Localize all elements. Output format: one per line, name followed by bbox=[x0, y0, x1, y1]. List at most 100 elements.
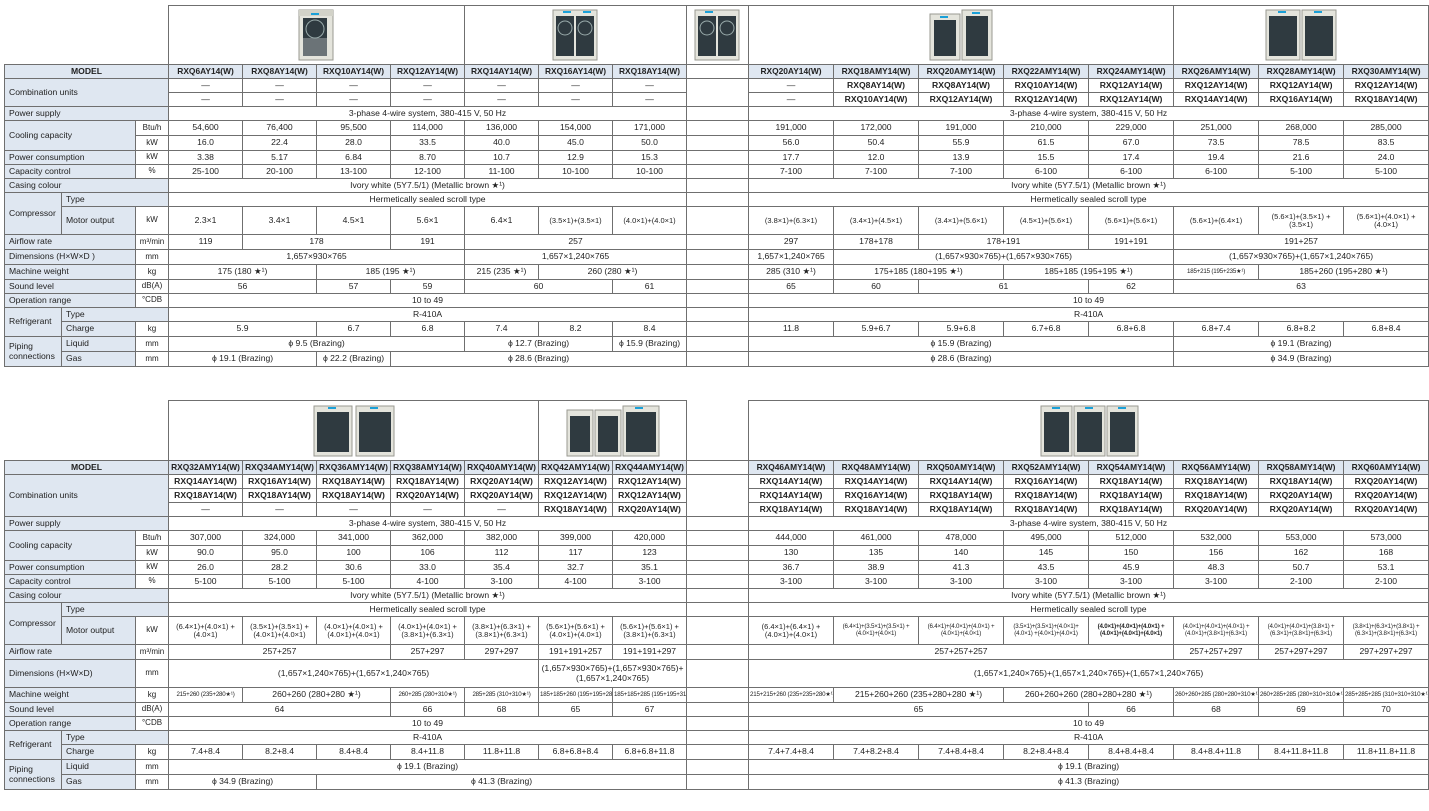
combination-cell: — bbox=[612, 92, 688, 107]
liquid-cell: ϕ 19.1 (Brazing) bbox=[168, 759, 688, 775]
outdoor-unit-triple-image bbox=[566, 405, 660, 456]
row-label-cooling: Cooling capacity bbox=[4, 120, 136, 151]
airflow-cell: 191+257 bbox=[1173, 234, 1429, 250]
cooling-kw-cell: 150 bbox=[1088, 545, 1175, 561]
combination-cell: — bbox=[538, 78, 614, 93]
cooling-btu-cell: 399,000 bbox=[538, 530, 614, 546]
charge-cell: 7.4+8.2+8.4 bbox=[833, 744, 920, 760]
combination-cell: — bbox=[464, 92, 540, 107]
model-label: MODEL bbox=[3, 460, 170, 475]
sound-cell: 59 bbox=[390, 279, 466, 294]
product-image-cell bbox=[1173, 5, 1429, 65]
capacity-cell: 2-100 bbox=[1258, 574, 1345, 589]
combination-cell: RXQ18AY14(W) bbox=[1258, 474, 1345, 489]
cooling-kw-cell: 83.5 bbox=[1343, 135, 1429, 151]
row-label-type: Type bbox=[60, 307, 170, 322]
combination-cell: — bbox=[390, 92, 466, 107]
gap-cell bbox=[686, 307, 750, 322]
capacity-cell: 6-100 bbox=[1173, 164, 1260, 179]
power-cell: 32.7 bbox=[538, 560, 614, 575]
weight-cell: 260+260+285 (280+280+310★¹) bbox=[1173, 687, 1260, 703]
cooling-kw-cell: 90.0 bbox=[168, 545, 244, 561]
unit-cell: kW bbox=[134, 150, 170, 165]
combination-cell: RXQ20AY14(W) bbox=[1343, 474, 1429, 489]
outdoor-unit-triple-large-image bbox=[1040, 405, 1139, 456]
charge-cell: 6.7+6.8 bbox=[1003, 321, 1090, 337]
power-cell: 12.9 bbox=[538, 150, 614, 165]
airflow-cell: 119 bbox=[168, 234, 244, 250]
combination-cell: RXQ20AY14(W) bbox=[464, 474, 540, 489]
casing-cell: Ivory white (5Y7.5/1) (Metallic brown ★¹… bbox=[748, 588, 1429, 603]
combination-cell: RXQ20AY14(W) bbox=[1173, 502, 1260, 517]
combination-cell: RXQ10AY14(W) bbox=[1003, 78, 1090, 93]
row-label-compressor: Compressor bbox=[4, 602, 62, 645]
casing-cell: Ivory white (5Y7.5/1) (Metallic brown ★¹… bbox=[168, 588, 688, 603]
motor-cell: (4.0×1)+(4.0×1)+(4.0×1) +(4.0×1)+(4.0×1)… bbox=[1088, 616, 1175, 645]
combination-cell: — bbox=[612, 78, 688, 93]
charge-cell: 11.8 bbox=[748, 321, 835, 337]
unit-cell: mm bbox=[134, 774, 170, 790]
weight-cell: 285+285+285 (310+310+310★¹) bbox=[1343, 687, 1429, 703]
row-label-power-supply: Power supply bbox=[3, 106, 170, 121]
unit-cell: kW bbox=[134, 560, 170, 575]
row-label-compressor: Compressor bbox=[4, 192, 62, 235]
power-cell: 50.7 bbox=[1258, 560, 1345, 575]
combination-cell: — bbox=[316, 78, 392, 93]
capacity-cell: 3-100 bbox=[1003, 574, 1090, 589]
cooling-kw-cell: 117 bbox=[538, 545, 614, 561]
model-cell: RXQ28AMY14(W) bbox=[1258, 64, 1345, 79]
gas-cell: ϕ 19.1 (Brazing) bbox=[168, 351, 318, 367]
model-cell: RXQ12AY14(W) bbox=[390, 64, 466, 79]
cooling-btu-cell: 461,000 bbox=[833, 530, 920, 546]
weight-cell: 260 (280 ★¹) bbox=[538, 264, 688, 280]
cooling-btu-cell: 136,000 bbox=[464, 120, 540, 136]
weight-cell: 185+260 (195+280 ★¹) bbox=[1258, 264, 1429, 280]
sound-cell: 66 bbox=[390, 702, 466, 717]
gap-cell bbox=[686, 744, 750, 760]
gap-cell bbox=[686, 192, 750, 207]
combination-cell: RXQ12AY14(W) bbox=[1088, 78, 1175, 93]
cooling-kw-cell: 106 bbox=[390, 545, 466, 561]
combination-cell: RXQ18AY14(W) bbox=[1003, 502, 1090, 517]
combination-cell: RXQ16AY14(W) bbox=[1258, 92, 1345, 107]
cooling-btu-cell: 573,000 bbox=[1343, 530, 1429, 546]
charge-cell: 7.4 bbox=[464, 321, 540, 337]
power-cell: 43.5 bbox=[1003, 560, 1090, 575]
product-image-cell bbox=[464, 5, 688, 65]
motor-cell: 6.4×1 bbox=[464, 206, 540, 235]
gap-cell bbox=[686, 264, 750, 280]
weight-cell: 215+260+260 (235+280+280 ★¹) bbox=[833, 687, 1005, 703]
refrigerant-type-cell: R-410A bbox=[168, 730, 688, 745]
unit-cell: °CDB bbox=[134, 716, 170, 731]
power-supply-cell: 3-phase 4-wire system, 380-415 V, 50 Hz bbox=[168, 106, 688, 121]
power-cell: 48.3 bbox=[1173, 560, 1260, 575]
power-cell: 24.0 bbox=[1343, 150, 1429, 165]
motor-cell: (4.0×1)+(4.0×1)+(3.8×1) +(6.3×1)+(3.8×1)… bbox=[1258, 616, 1345, 645]
sound-cell: 68 bbox=[1173, 702, 1260, 717]
combination-cell: — bbox=[390, 502, 466, 517]
cooling-btu-cell: 114,000 bbox=[390, 120, 466, 136]
weight-cell: 215 (235 ★¹) bbox=[464, 264, 540, 280]
unit-cell: kW bbox=[134, 616, 170, 645]
unit-cell: % bbox=[134, 574, 170, 589]
unit-cell: % bbox=[134, 164, 170, 179]
gap-cell bbox=[686, 560, 750, 575]
gap-cell bbox=[686, 64, 750, 79]
combination-cell: RXQ18AY14(W) bbox=[918, 488, 1005, 503]
dimensions-cell: 1,657×930×765 bbox=[168, 249, 466, 265]
combination-cell: RXQ18AY14(W) bbox=[1088, 502, 1175, 517]
motor-cell: (3.4×1)+(5.6×1) bbox=[918, 206, 1005, 235]
gap-cell bbox=[686, 588, 750, 603]
sound-cell: 64 bbox=[168, 702, 392, 717]
combination-cell: RXQ20AY14(W) bbox=[464, 488, 540, 503]
compressor-type-cell: Hermetically sealed scroll type bbox=[168, 192, 688, 207]
row-label-operation: Operation range bbox=[4, 716, 136, 731]
capacity-cell: 25-100 bbox=[168, 164, 244, 179]
sound-cell: 65 bbox=[748, 279, 835, 294]
spec-sheet: MODEL RXQ6AY14(W) RXQ8AY14(W) RXQ10AY14(… bbox=[0, 0, 1429, 811]
motor-cell: 3.4×1 bbox=[242, 206, 318, 235]
airflow-cell: 178+191 bbox=[918, 234, 1090, 250]
compressor-type-cell: Hermetically sealed scroll type bbox=[748, 602, 1429, 617]
gap-cell bbox=[686, 400, 750, 461]
power-cell: 6.84 bbox=[316, 150, 392, 165]
